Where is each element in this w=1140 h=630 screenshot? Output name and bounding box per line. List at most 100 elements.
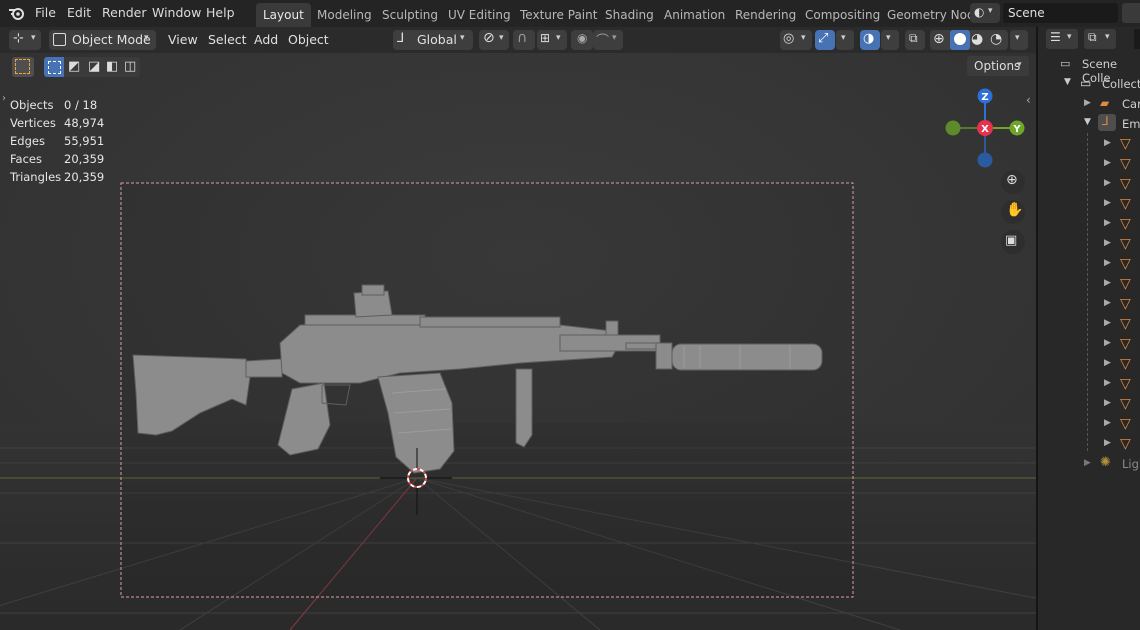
mesh-object-icon[interactable]: ▽: [1120, 196, 1131, 212]
xray-icon: ⧉: [909, 31, 918, 45]
camera-view-button[interactable]: ▣: [1001, 230, 1025, 254]
collapse-arrow-icon[interactable]: ▼: [1084, 117, 1091, 127]
orientation-dropdown[interactable]: ⅃ Global ▾: [393, 30, 473, 50]
menu-view[interactable]: View: [168, 32, 198, 47]
tab-sculpting[interactable]: Sculpting: [382, 8, 438, 22]
expand-arrow-icon[interactable]: ▶: [1104, 378, 1111, 388]
mesh-object-icon[interactable]: ▽: [1120, 276, 1131, 292]
navigation-gizmo[interactable]: Z Y X: [942, 85, 1030, 173]
expand-arrow-icon[interactable]: ▶: [1104, 318, 1111, 328]
tab-texture-paint[interactable]: Texture Paint: [520, 8, 597, 22]
tab-animation[interactable]: Animation: [664, 8, 725, 22]
toolbar-expand-icon[interactable]: ›: [2, 93, 6, 104]
tab-uv-editing[interactable]: UV Editing: [448, 8, 511, 22]
zoom-button[interactable]: ⊕: [1001, 170, 1025, 194]
xray-toggle[interactable]: ⧉: [905, 30, 925, 50]
tab-rendering[interactable]: Rendering: [735, 8, 796, 22]
menu-edit[interactable]: Edit: [67, 5, 91, 20]
expand-arrow-icon[interactable]: ▶: [1104, 418, 1111, 428]
expand-arrow-icon[interactable]: ▶: [1104, 138, 1111, 148]
rendered-shading-icon[interactable]: ◔: [990, 31, 1002, 47]
material-preview-icon[interactable]: ◕: [971, 31, 983, 47]
select-tool-button[interactable]: [12, 57, 34, 77]
set-selection-button[interactable]: [44, 57, 64, 77]
mesh-object-icon[interactable]: ▽: [1120, 176, 1131, 192]
snap-target-dropdown[interactable]: ⊞ ▾: [537, 30, 567, 50]
mesh-object-icon[interactable]: ▽: [1120, 416, 1131, 432]
mesh-object-icon[interactable]: ▽: [1120, 216, 1131, 232]
expand-arrow-icon[interactable]: ▶: [1104, 198, 1111, 208]
falloff-dropdown[interactable]: ⌒ ▾: [593, 30, 623, 50]
mesh-object-icon[interactable]: ▽: [1120, 256, 1131, 272]
mode-dropdown[interactable]: Object Mode ▾: [49, 30, 156, 50]
snap-toggle[interactable]: ∩: [513, 30, 535, 50]
expand-arrow-icon[interactable]: ▶: [1104, 398, 1111, 408]
scene-name-field[interactable]: Scene: [1003, 3, 1118, 23]
tab-compositing[interactable]: Compositing: [805, 8, 880, 22]
expand-arrow-icon[interactable]: ▶: [1104, 178, 1111, 188]
mesh-object-icon[interactable]: ▽: [1120, 236, 1131, 252]
light-label[interactable]: Ligl: [1122, 457, 1140, 471]
expand-arrow-icon[interactable]: ▶: [1104, 158, 1111, 168]
expand-arrow-icon[interactable]: ▶: [1104, 338, 1111, 348]
tab-geometry-nodes[interactable]: Geometry Nod: [887, 8, 975, 22]
shading-dropdown[interactable]: ▾: [1010, 30, 1028, 50]
mesh-object-icon[interactable]: ▽: [1120, 156, 1131, 172]
gizmo-toggle[interactable]: ⤢: [815, 30, 835, 50]
menu-help[interactable]: Help: [206, 5, 235, 20]
tab-layout[interactable]: Layout: [256, 3, 311, 27]
expand-arrow-icon[interactable]: ▶: [1104, 238, 1111, 248]
outliner-search-field[interactable]: [1134, 29, 1140, 49]
menu-render[interactable]: Render: [102, 5, 147, 20]
3d-viewport[interactable]: ◩ ◪ ◧ ◫ Options ▾ › ‹ Objects 0 / 18 Ver…: [0, 53, 1036, 630]
mesh-object-icon[interactable]: ▽: [1120, 336, 1131, 352]
mesh-object-icon[interactable]: ▽: [1120, 396, 1131, 412]
expand-arrow-icon[interactable]: ▶: [1104, 218, 1111, 228]
expand-arrow-icon[interactable]: ▶: [1084, 458, 1091, 468]
extend-selection-icon[interactable]: ◩: [68, 59, 80, 74]
pivot-point-dropdown[interactable]: ⊘ ▾: [479, 30, 509, 50]
subtract-selection-icon[interactable]: ◪: [88, 59, 100, 74]
gizmo-dropdown[interactable]: ▾: [836, 30, 854, 50]
visibility-dropdown[interactable]: ◎ ▾: [780, 30, 812, 50]
mesh-object-icon[interactable]: ▽: [1120, 356, 1131, 372]
overlays-dropdown[interactable]: ▾: [881, 30, 899, 50]
expand-arrow-icon[interactable]: ▶: [1104, 358, 1111, 368]
invert-selection-icon[interactable]: ◧: [106, 59, 118, 74]
expand-arrow-icon[interactable]: ▶: [1104, 438, 1111, 448]
expand-arrow-icon[interactable]: ▶: [1104, 278, 1111, 288]
menu-file[interactable]: File: [35, 5, 56, 20]
mesh-object-icon[interactable]: ▽: [1120, 376, 1131, 392]
collapse-arrow-icon[interactable]: ▼: [1064, 77, 1071, 87]
collection-label[interactable]: Collecti: [1102, 77, 1140, 91]
overlays-toggle[interactable]: ◑: [860, 30, 880, 50]
solid-shading-button[interactable]: [950, 30, 970, 50]
menu-window[interactable]: Window: [152, 5, 201, 20]
pan-button[interactable]: ✋: [1001, 200, 1025, 224]
tab-shading[interactable]: Shading: [605, 8, 654, 22]
tab-modeling[interactable]: Modeling: [317, 8, 372, 22]
camera-label[interactable]: Car: [1122, 97, 1140, 111]
scene-selector-button[interactable]: ◐ ▾: [970, 3, 1000, 23]
mesh-object-icon[interactable]: ▽: [1120, 136, 1131, 152]
mesh-object-icon[interactable]: ▽: [1120, 296, 1131, 312]
menu-select[interactable]: Select: [208, 32, 247, 47]
options-dropdown[interactable]: Options ▾: [967, 56, 1029, 76]
expand-arrow-icon[interactable]: ▶: [1084, 98, 1091, 108]
proportional-edit-toggle[interactable]: ◉: [571, 30, 593, 50]
display-mode-dropdown[interactable]: ⧉ ▾: [1084, 29, 1116, 49]
area-divider[interactable]: [1036, 27, 1038, 630]
expand-arrow-icon[interactable]: ▶: [1104, 258, 1111, 268]
menu-object[interactable]: Object: [288, 32, 329, 47]
mesh-object-icon[interactable]: ▽: [1120, 316, 1131, 332]
outliner-editor-type[interactable]: ☰ ▾: [1046, 29, 1078, 49]
menu-add[interactable]: Add: [254, 32, 278, 47]
expand-arrow-icon[interactable]: ▶: [1104, 298, 1111, 308]
scene-browse-button[interactable]: [1122, 3, 1140, 23]
wireframe-shading-icon[interactable]: ⊕: [933, 31, 945, 47]
mesh-object-icon[interactable]: ▽: [1120, 436, 1131, 452]
blender-logo-icon[interactable]: [8, 5, 26, 21]
editor-type-button[interactable]: ⊹ ▾: [9, 30, 41, 50]
intersect-selection-icon[interactable]: ◫: [124, 59, 136, 74]
empty-label[interactable]: Emp: [1122, 117, 1140, 131]
